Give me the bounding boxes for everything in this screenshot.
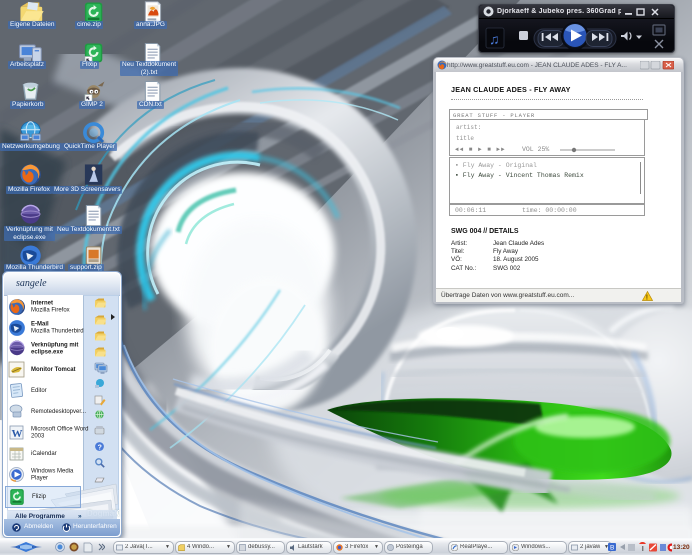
svg-text:!: ! <box>646 295 648 302</box>
svg-text:♫: ♫ <box>489 31 500 47</box>
svg-text:W: W <box>12 428 23 440</box>
svg-text:B: B <box>610 545 614 552</box>
svg-text:?: ? <box>98 444 102 451</box>
